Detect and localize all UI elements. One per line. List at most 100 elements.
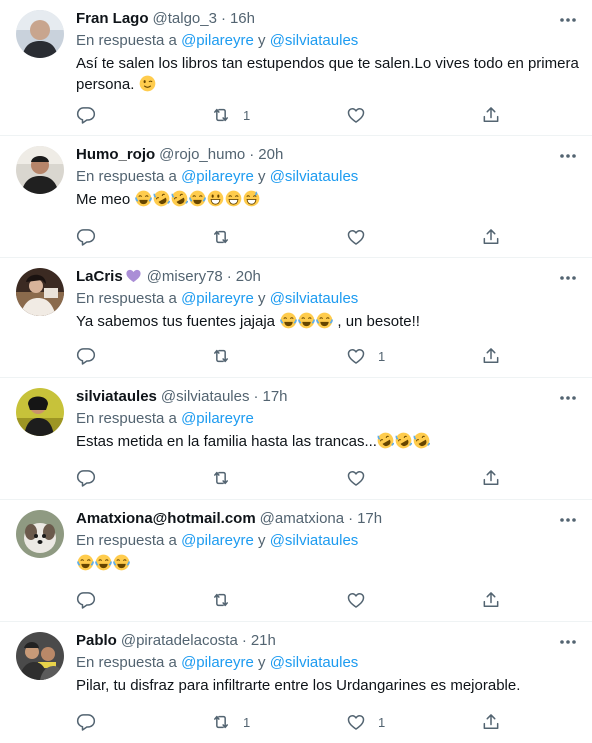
retweet-button[interactable] — [211, 590, 346, 610]
author-handle[interactable]: @misery78 — [147, 267, 223, 287]
like-button[interactable] — [346, 227, 481, 247]
mention-link[interactable]: @pilareyre — [181, 168, 254, 185]
share-icon — [481, 346, 501, 366]
timestamp[interactable]: 20h — [236, 267, 261, 287]
tweet[interactable]: silviataules @silviataules · 17h En resp… — [0, 378, 592, 500]
author-name[interactable]: silviataules — [76, 387, 157, 407]
tweet[interactable]: Fran Lago @talgo_3 · 16h En respuesta a … — [0, 0, 592, 136]
tweet[interactable]: Pablo @piratadelacosta · 21h En respuest… — [0, 622, 592, 741]
like-button[interactable] — [346, 105, 481, 125]
share-button[interactable] — [481, 468, 592, 488]
reply-button[interactable] — [76, 227, 211, 247]
like-count: 1 — [378, 348, 386, 364]
tears-of-joy-emoji — [94, 554, 112, 571]
share-button[interactable] — [481, 105, 592, 125]
mention-link[interactable]: @pilareyre — [181, 410, 254, 427]
like-button[interactable] — [346, 468, 481, 488]
winking-face-emoji — [139, 75, 156, 92]
reply-icon — [76, 346, 96, 366]
separator-dot: · — [220, 10, 226, 27]
share-button[interactable] — [481, 590, 592, 610]
timestamp[interactable]: 21h — [251, 631, 276, 651]
mention-link[interactable]: @silviataules — [270, 532, 359, 549]
timestamp[interactable]: 20h — [258, 145, 283, 165]
rolling-laughing-emoji — [396, 432, 413, 449]
author-name[interactable]: Humo_rojo — [76, 145, 155, 165]
heart-icon — [346, 590, 366, 610]
mention-link[interactable]: @silviataules — [270, 32, 359, 49]
retweet-count: 1 — [243, 714, 251, 730]
author-name[interactable]: LaCris — [76, 267, 123, 287]
retweet-icon — [211, 468, 231, 488]
author-handle[interactable]: @rojo_humo — [159, 145, 245, 165]
timestamp[interactable]: 16h — [230, 9, 255, 29]
like-button[interactable]: 1 — [346, 712, 481, 732]
author-handle[interactable]: @piratadelacosta — [121, 631, 238, 651]
tweet[interactable]: Amatxiona@hotmail.com @amatxiona · 17h E… — [0, 500, 592, 622]
separator-dot: · — [348, 510, 354, 527]
more-options-icon[interactable] — [556, 389, 580, 407]
reply-button[interactable] — [76, 346, 211, 366]
reply-icon — [76, 590, 96, 610]
tweet-text: Me meo — [76, 189, 580, 210]
tweet[interactable]: LaCris @misery78 · 20h En respuesta a @p… — [0, 258, 592, 378]
tears-of-joy-emoji — [134, 190, 152, 207]
heart-icon — [346, 105, 366, 125]
mention-link[interactable]: @silviataules — [270, 654, 359, 671]
retweet-button[interactable]: 1 — [211, 105, 346, 125]
author-name[interactable]: Fran Lago — [76, 9, 149, 29]
rolling-laughing-emoji — [171, 190, 188, 207]
retweet-button[interactable] — [211, 227, 346, 247]
mention-link[interactable]: @silviataules — [270, 168, 359, 185]
more-options-icon[interactable] — [556, 633, 580, 651]
retweet-icon — [211, 105, 231, 125]
mention-link[interactable]: @pilareyre — [181, 290, 254, 307]
reply-icon — [76, 227, 96, 247]
grinning-smile-emoji — [225, 190, 242, 207]
author-handle[interactable]: @amatxiona — [260, 509, 344, 529]
more-options-icon[interactable] — [556, 147, 580, 165]
share-icon — [481, 227, 501, 247]
mention-link[interactable]: @silviataules — [270, 290, 359, 307]
share-button[interactable] — [481, 227, 592, 247]
tweet-text: Ya sabemos tus fuentes jajaja , un besot… — [76, 312, 420, 330]
mention-link[interactable]: @pilareyre — [181, 532, 254, 549]
avatar[interactable] — [16, 10, 64, 58]
mention-link[interactable]: @pilareyre — [181, 32, 254, 49]
author-name[interactable]: Amatxiona@hotmail.com — [76, 509, 256, 529]
avatar[interactable] — [16, 146, 64, 194]
reply-button[interactable] — [76, 590, 211, 610]
avatar[interactable] — [16, 388, 64, 436]
heart-icon — [346, 346, 366, 366]
retweet-button[interactable] — [211, 468, 346, 488]
author-handle[interactable]: @talgo_3 — [153, 9, 217, 29]
retweet-button[interactable]: 1 — [211, 712, 346, 732]
purple-heart-icon — [125, 267, 143, 287]
avatar[interactable] — [16, 510, 64, 558]
reply-button[interactable] — [76, 468, 211, 488]
more-options-icon[interactable] — [556, 511, 580, 529]
retweet-button[interactable] — [211, 346, 346, 366]
share-icon — [481, 590, 501, 610]
author-name[interactable]: Pablo — [76, 631, 117, 651]
avatar[interactable] — [16, 632, 64, 680]
heart-icon — [346, 468, 366, 488]
like-button[interactable] — [346, 590, 481, 610]
retweet-icon — [211, 712, 231, 732]
mention-link[interactable]: @pilareyre — [181, 654, 254, 671]
author-handle[interactable]: @silviataules — [161, 387, 250, 407]
more-options-icon[interactable] — [556, 269, 580, 287]
share-button[interactable] — [481, 712, 592, 732]
tweet[interactable]: Humo_rojo @rojo_humo · 20h En respuesta … — [0, 136, 592, 258]
tweet-text: Pilar, tu disfraz para infiltrarte entre… — [76, 677, 521, 694]
heart-icon — [346, 227, 366, 247]
timestamp[interactable]: 17h — [262, 387, 287, 407]
reply-button[interactable] — [76, 105, 211, 125]
more-options-icon[interactable] — [556, 11, 580, 29]
timestamp[interactable]: 17h — [357, 509, 382, 529]
avatar[interactable] — [16, 268, 64, 316]
tweet-text: Así te salen los libros tan estupendos q… — [76, 55, 579, 93]
like-button[interactable]: 1 — [346, 346, 481, 366]
reply-button[interactable] — [76, 712, 211, 732]
share-button[interactable] — [481, 346, 592, 366]
